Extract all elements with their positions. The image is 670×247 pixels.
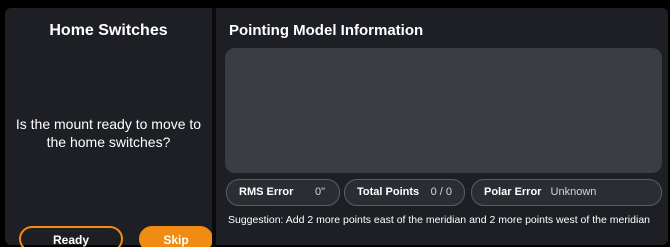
pointing-model-title: Pointing Model Information: [229, 22, 424, 39]
skip-button[interactable]: Skip: [139, 226, 213, 247]
home-switches-panel: Home Switches Is the mount ready to move…: [5, 8, 213, 247]
total-points-readout: Total Points 0 / 0: [344, 179, 465, 206]
rms-error-value: 0": [314, 186, 325, 198]
total-points-value: 0 / 0: [430, 186, 452, 198]
home-switches-title: Home Switches: [49, 22, 168, 39]
polar-error-label: Polar Error: [484, 186, 542, 198]
pointing-model-info-area: [225, 48, 662, 173]
app-window: Home Switches Is the mount ready to move…: [0, 0, 670, 247]
home-switches-question: Is the mount ready to move to the home s…: [15, 116, 202, 150]
pointing-model-panel: Pointing Model Information RMS Error 0" …: [216, 8, 668, 245]
rms-error-label: RMS Error: [239, 186, 294, 198]
suggestion-text: Suggestion: Add 2 more points east of th…: [228, 214, 650, 226]
polar-error-readout: Polar Error Unknown: [471, 179, 662, 206]
ready-button[interactable]: Ready: [19, 226, 123, 247]
rms-error-readout: RMS Error 0": [226, 179, 340, 206]
polar-error-value: Unknown: [550, 186, 597, 198]
total-points-label: Total Points: [357, 186, 420, 198]
